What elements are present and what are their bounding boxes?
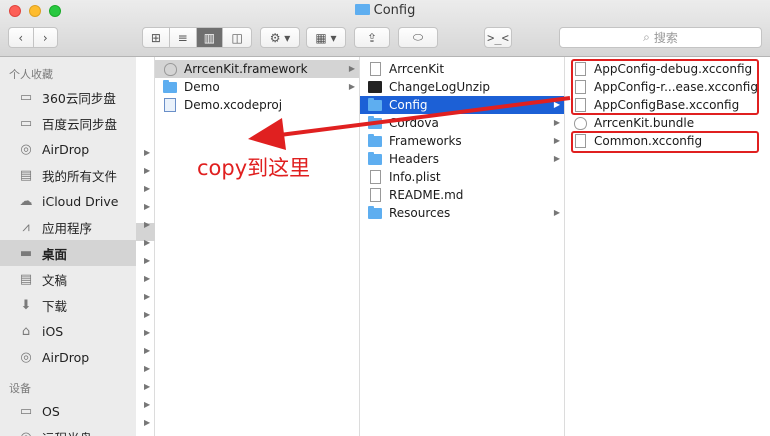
annotation-arrow bbox=[248, 96, 571, 150]
annotation-text: copy到这里 bbox=[197, 156, 311, 180]
finder-window: Config ‹ › ⊞ ≡ ▥ ◫ ⚙ ▾ ▦ ▾ ⇪ ⬭ >_< ⌕ 搜索 个… bbox=[0, 0, 770, 436]
